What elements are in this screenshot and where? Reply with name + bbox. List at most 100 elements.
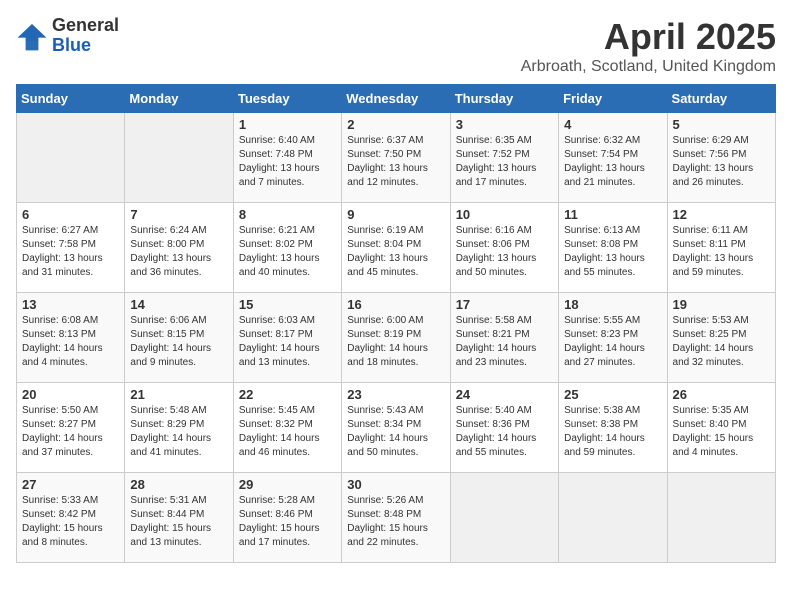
day-info: Sunrise: 5:48 AMSunset: 8:29 PMDaylight:… [130, 404, 227, 460]
calendar-cell: 24 Sunrise: 5:40 AMSunset: 8:36 PMDayligh… [450, 383, 558, 473]
calendar-cell [559, 473, 667, 563]
day-number: 22 [239, 387, 336, 402]
day-info: Sunrise: 6:00 AMSunset: 8:19 PMDaylight:… [347, 314, 444, 370]
column-header-wednesday: Wednesday [342, 85, 450, 113]
day-number: 12 [673, 207, 770, 222]
day-number: 13 [22, 297, 119, 312]
day-info: Sunrise: 5:40 AMSunset: 8:36 PMDaylight:… [456, 404, 553, 460]
calendar-week-row: 20 Sunrise: 5:50 AMSunset: 8:27 PMDayligh… [17, 383, 776, 473]
calendar-week-row: 6 Sunrise: 6:27 AMSunset: 7:58 PMDaylight… [17, 203, 776, 293]
calendar-cell: 7Sunrise: 6:24 AMSunset: 8:00 PMDaylight… [125, 203, 233, 293]
day-number: 5 [673, 117, 770, 132]
day-info: Sunrise: 5:35 AMSunset: 8:40 PMDaylight:… [673, 404, 770, 460]
day-info: Sunrise: 6:40 AMSunset: 7:48 PMDaylight:… [239, 134, 336, 190]
calendar-cell [17, 113, 125, 203]
calendar-cell: 13 Sunrise: 6:08 AMSunset: 8:13 PMDayligh… [17, 293, 125, 383]
column-header-friday: Friday [559, 85, 667, 113]
logo-general: General [52, 16, 119, 36]
day-number: 26 [673, 387, 770, 402]
calendar-cell: 3 Sunrise: 6:35 AMSunset: 7:52 PMDaylight… [450, 113, 558, 203]
day-info: Sunrise: 5:26 AMSunset: 8:48 PMDaylight:… [347, 494, 444, 550]
day-info: Sunrise: 6:06 AMSunset: 8:15 PMDaylight:… [130, 314, 227, 370]
calendar-week-row: 27 Sunrise: 5:33 AMSunset: 8:42 PMDayligh… [17, 473, 776, 563]
calendar-cell: 25 Sunrise: 5:38 AMSunset: 8:38 PMDayligh… [559, 383, 667, 473]
day-info: Sunrise: 6:35 AMSunset: 7:52 PMDaylight:… [456, 134, 553, 190]
calendar-cell: 21 Sunrise: 5:48 AMSunset: 8:29 PMDayligh… [125, 383, 233, 473]
column-header-tuesday: Tuesday [233, 85, 341, 113]
column-header-monday: Monday [125, 85, 233, 113]
day-number: 24 [456, 387, 553, 402]
calendar-cell: 16 Sunrise: 6:00 AMSunset: 8:19 PMDayligh… [342, 293, 450, 383]
calendar-cell: 23 Sunrise: 5:43 AMSunset: 8:34 PMDayligh… [342, 383, 450, 473]
logo-text: General Blue [52, 16, 119, 56]
day-number: 9 [347, 207, 444, 222]
calendar-cell: 6 Sunrise: 6:27 AMSunset: 7:58 PMDaylight… [17, 203, 125, 293]
day-number: 3 [456, 117, 553, 132]
column-header-saturday: Saturday [667, 85, 775, 113]
calendar-cell: 12 Sunrise: 6:11 AMSunset: 8:11 PMDayligh… [667, 203, 775, 293]
calendar-cell: 1 Sunrise: 6:40 AMSunset: 7:48 PMDaylight… [233, 113, 341, 203]
day-number: 29 [239, 477, 336, 492]
calendar-cell [667, 473, 775, 563]
day-number: 4 [564, 117, 661, 132]
day-info: Sunrise: 5:50 AMSunset: 8:27 PMDaylight:… [22, 404, 119, 460]
day-info: Sunrise: 6:37 AMSunset: 7:50 PMDaylight:… [347, 134, 444, 190]
calendar-header-row: SundayMondayTuesdayWednesdayThursdayFrid… [17, 85, 776, 113]
day-number: 20 [22, 387, 119, 402]
calendar-cell: 8 Sunrise: 6:21 AMSunset: 8:02 PMDaylight… [233, 203, 341, 293]
day-info: Sunrise: 5:43 AMSunset: 8:34 PMDaylight:… [347, 404, 444, 460]
calendar-week-row: 1 Sunrise: 6:40 AMSunset: 7:48 PMDaylight… [17, 113, 776, 203]
day-number: 23 [347, 387, 444, 402]
calendar-cell: 27 Sunrise: 5:33 AMSunset: 8:42 PMDayligh… [17, 473, 125, 563]
calendar-cell: 14 Sunrise: 6:06 AMSunset: 8:15 PMDayligh… [125, 293, 233, 383]
day-info: Sunrise: 6:19 AMSunset: 8:04 PMDaylight:… [347, 224, 444, 280]
calendar-cell: 22Sunrise: 5:45 AMSunset: 8:32 PMDayligh… [233, 383, 341, 473]
logo-icon [16, 20, 48, 52]
calendar-cell: 4 Sunrise: 6:32 AMSunset: 7:54 PMDaylight… [559, 113, 667, 203]
calendar-cell [450, 473, 558, 563]
day-info: Sunrise: 5:31 AMSunset: 8:44 PMDaylight:… [130, 494, 227, 550]
day-info: Sunrise: 6:21 AMSunset: 8:02 PMDaylight:… [239, 224, 336, 280]
day-info: Sunrise: 5:38 AMSunset: 8:38 PMDaylight:… [564, 404, 661, 460]
day-number: 21 [130, 387, 227, 402]
column-header-thursday: Thursday [450, 85, 558, 113]
page-subtitle: Arbroath, Scotland, United Kingdom [521, 58, 776, 76]
day-number: 14 [130, 297, 227, 312]
day-info: Sunrise: 5:53 AMSunset: 8:25 PMDaylight:… [673, 314, 770, 370]
calendar-cell: 2 Sunrise: 6:37 AMSunset: 7:50 PMDaylight… [342, 113, 450, 203]
day-number: 27 [22, 477, 119, 492]
calendar-cell: 29Sunrise: 5:28 AMSunset: 8:46 PMDayligh… [233, 473, 341, 563]
page-title: April 2025 [521, 16, 776, 58]
calendar-cell: 17 Sunrise: 5:58 AMSunset: 8:21 PMDayligh… [450, 293, 558, 383]
logo: General Blue [16, 16, 119, 56]
day-number: 17 [456, 297, 553, 312]
day-number: 28 [130, 477, 227, 492]
calendar-table: SundayMondayTuesdayWednesdayThursdayFrid… [16, 84, 776, 563]
header: General Blue April 2025 Arbroath, Scotla… [16, 16, 776, 76]
day-number: 16 [347, 297, 444, 312]
day-number: 6 [22, 207, 119, 222]
day-number: 2 [347, 117, 444, 132]
day-info: Sunrise: 6:03 AMSunset: 8:17 PMDaylight:… [239, 314, 336, 370]
day-number: 25 [564, 387, 661, 402]
day-info: Sunrise: 5:33 AMSunset: 8:42 PMDaylight:… [22, 494, 119, 550]
day-number: 15 [239, 297, 336, 312]
day-number: 7 [130, 207, 227, 222]
day-info: Sunrise: 6:32 AMSunset: 7:54 PMDaylight:… [564, 134, 661, 190]
calendar-cell: 28 Sunrise: 5:31 AMSunset: 8:44 PMDayligh… [125, 473, 233, 563]
day-number: 19 [673, 297, 770, 312]
day-info: Sunrise: 6:11 AMSunset: 8:11 PMDaylight:… [673, 224, 770, 280]
calendar-cell: 11Sunrise: 6:13 AMSunset: 8:08 PMDayligh… [559, 203, 667, 293]
calendar-cell [125, 113, 233, 203]
day-number: 1 [239, 117, 336, 132]
day-info: Sunrise: 5:58 AMSunset: 8:21 PMDaylight:… [456, 314, 553, 370]
day-info: Sunrise: 6:27 AMSunset: 7:58 PMDaylight:… [22, 224, 119, 280]
day-number: 10 [456, 207, 553, 222]
calendar-cell: 5Sunrise: 6:29 AMSunset: 7:56 PMDaylight… [667, 113, 775, 203]
calendar-cell: 15 Sunrise: 6:03 AMSunset: 8:17 PMDayligh… [233, 293, 341, 383]
day-info: Sunrise: 6:16 AMSunset: 8:06 PMDaylight:… [456, 224, 553, 280]
day-info: Sunrise: 6:08 AMSunset: 8:13 PMDaylight:… [22, 314, 119, 370]
calendar-cell: 20 Sunrise: 5:50 AMSunset: 8:27 PMDayligh… [17, 383, 125, 473]
day-number: 8 [239, 207, 336, 222]
day-info: Sunrise: 5:55 AMSunset: 8:23 PMDaylight:… [564, 314, 661, 370]
